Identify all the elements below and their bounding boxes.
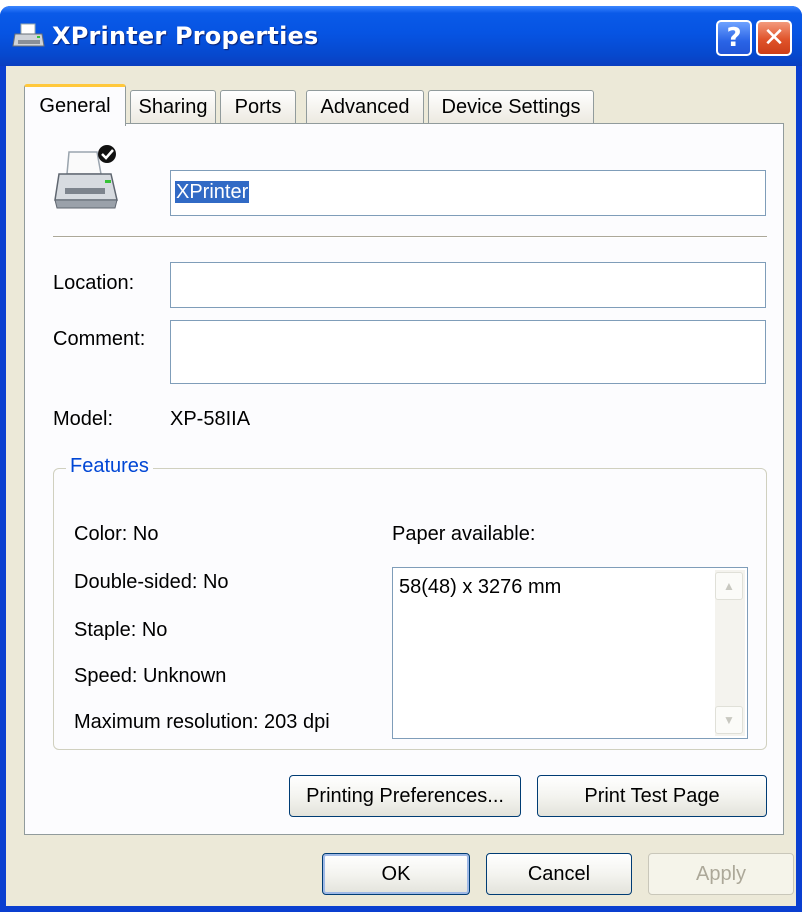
printer-icon (12, 23, 45, 47)
printer-status-icon (54, 145, 118, 209)
dialog-client-area: General Sharing Ports Advanced Device Se… (6, 66, 796, 906)
features-title: Features (66, 455, 153, 478)
location-input[interactable] (170, 262, 766, 308)
tab-advanced[interactable]: Advanced (306, 90, 424, 124)
comment-input[interactable] (170, 320, 766, 384)
printer-name-value: XPrinter (175, 181, 250, 203)
paper-available-label: Paper available: (392, 523, 536, 545)
cancel-button[interactable]: Cancel (486, 853, 632, 895)
printing-preferences-button[interactable]: Printing Preferences... (289, 775, 521, 817)
comment-label: Comment: (53, 328, 146, 350)
title-bar[interactable]: XPrinter Properties ? ✕ (0, 6, 802, 66)
feature-double-sided: Double-sided: No (74, 571, 229, 593)
feature-speed: Speed: Unknown (74, 665, 227, 687)
print-test-page-button[interactable]: Print Test Page (537, 775, 767, 817)
apply-button[interactable]: Apply (648, 853, 794, 895)
list-item[interactable]: 58(48) x 3276 mm (399, 576, 561, 599)
ok-button[interactable]: OK (322, 853, 470, 895)
window-title: XPrinter Properties (52, 22, 319, 50)
tab-device-settings[interactable]: Device Settings (428, 90, 594, 124)
location-label: Location: (53, 272, 135, 294)
properties-window: XPrinter Properties ? ✕ General Sharing … (0, 6, 802, 912)
scroll-down-icon[interactable]: ▼ (715, 706, 743, 734)
feature-max-resolution: Maximum resolution: 203 dpi (74, 711, 330, 733)
paper-list[interactable]: 58(48) x 3276 mm ▲ ▼ (392, 567, 748, 739)
tab-ports[interactable]: Ports (220, 90, 296, 124)
scroll-up-icon[interactable]: ▲ (715, 572, 743, 600)
tab-sharing[interactable]: Sharing (130, 90, 216, 124)
printer-name-input[interactable]: XPrinter (170, 170, 766, 216)
scrollbar[interactable]: ▲ ▼ (715, 570, 745, 736)
tab-general[interactable]: General (24, 84, 126, 126)
features-group: Features Color: No Double-sided: No Stap… (53, 455, 767, 750)
help-button[interactable]: ? (716, 20, 752, 56)
close-button[interactable]: ✕ (756, 20, 792, 56)
feature-staple: Staple: No (74, 619, 168, 641)
model-value: XP-58IIA (170, 408, 251, 430)
general-tab-panel: XPrinter Location: Comment: Model: XP-58… (24, 123, 784, 835)
model-label: Model: (53, 408, 114, 430)
separator (53, 236, 767, 238)
feature-color: Color: No (74, 523, 159, 545)
